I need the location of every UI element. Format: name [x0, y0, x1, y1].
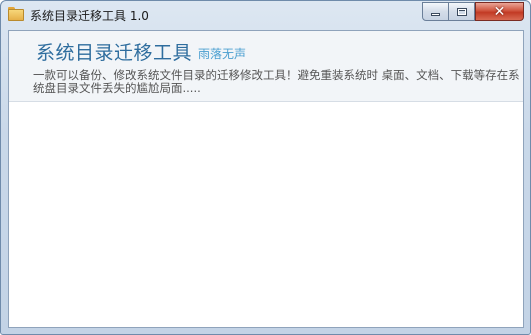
content-area [9, 103, 523, 327]
title-bar[interactable]: 系统目录迁移工具 1.0 ✕ [1, 1, 530, 29]
header-panel: 系统目录迁移工具 雨落无声 一款可以备份、修改系统文件目录的迁移修改工具！避免重… [9, 31, 523, 102]
minimize-icon [431, 13, 440, 16]
author-label: 雨落无声 [198, 47, 247, 61]
window-title: 系统目录迁移工具 1.0 [30, 9, 149, 23]
close-icon: ✕ [493, 3, 506, 20]
minimize-button[interactable] [422, 2, 449, 21]
maximize-icon [456, 7, 467, 16]
folder-icon [8, 7, 24, 21]
app-window: 系统目录迁移工具 1.0 ✕ 系统目录迁移工具 雨落无声 一款可以备份、修改系统… [0, 0, 531, 335]
close-button[interactable]: ✕ [475, 2, 524, 21]
app-title: 系统目录迁移工具 [36, 42, 193, 64]
client-area: 系统目录迁移工具 雨落无声 一款可以备份、修改系统文件目录的迁移修改工具！避免重… [8, 30, 524, 328]
description-text: 一款可以备份、修改系统文件目录的迁移修改工具！避免重装系统时 桌面、文档、下载等… [33, 68, 520, 95]
maximize-button[interactable] [449, 2, 475, 21]
